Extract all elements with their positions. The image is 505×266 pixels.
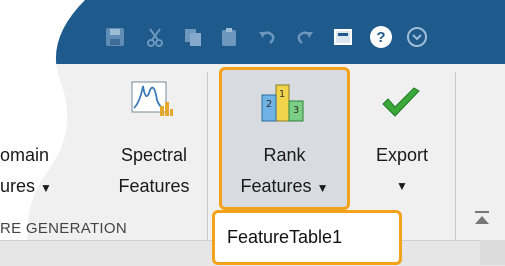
rank-label-line2: Features — [240, 176, 312, 196]
dropdown-arrow-icon: ▼ — [316, 181, 329, 195]
dropdown-arrow-icon: ▼ — [40, 181, 52, 195]
undo-icon[interactable] — [252, 22, 282, 52]
svg-text:3: 3 — [293, 105, 299, 116]
rank-label-line2-row: Features ▼ — [222, 174, 347, 200]
rank-label-line1: Rank — [263, 145, 306, 165]
checkmark-icon — [382, 87, 420, 117]
spectral-label-line1: Spectral — [120, 145, 188, 165]
export-label: Export — [375, 145, 429, 165]
ribbon-separator — [455, 72, 456, 242]
export-button[interactable]: Export ▼ — [362, 78, 442, 208]
dropdown-arrow-icon: ▼ — [396, 179, 408, 193]
layout-icon[interactable] — [328, 22, 358, 52]
paste-icon[interactable] — [214, 22, 244, 52]
time-domain-button[interactable]: ures ▼ — [0, 174, 96, 200]
scrollbar[interactable] — [480, 240, 505, 265]
options-icon[interactable] — [402, 22, 432, 52]
spectral-label-line2: Features — [118, 176, 190, 196]
help-icon[interactable]: ? — [366, 22, 396, 52]
feature-table-item[interactable]: FeatureTable1 — [212, 210, 402, 265]
podium-icon: 1 2 3 — [261, 84, 304, 122]
time-domain-label-line1: omain — [0, 145, 50, 165]
collapse-ribbon-icon[interactable] — [470, 206, 494, 230]
svg-text:1: 1 — [279, 89, 285, 100]
cut-icon[interactable] — [140, 22, 170, 52]
copy-icon[interactable] — [178, 22, 208, 52]
spectral-plot-icon — [131, 81, 173, 116]
feature-table-label: FeatureTable1 — [227, 227, 343, 247]
help-glyph: ? — [376, 29, 385, 46]
ribbon-separator — [207, 72, 208, 242]
redo-icon[interactable] — [290, 22, 320, 52]
section-label: RE GENERATION — [0, 220, 127, 237]
spectral-features-button[interactable]: Spectral Features — [108, 78, 200, 208]
time-domain-label-line2: ures — [0, 176, 36, 196]
svg-text:2: 2 — [266, 99, 272, 110]
